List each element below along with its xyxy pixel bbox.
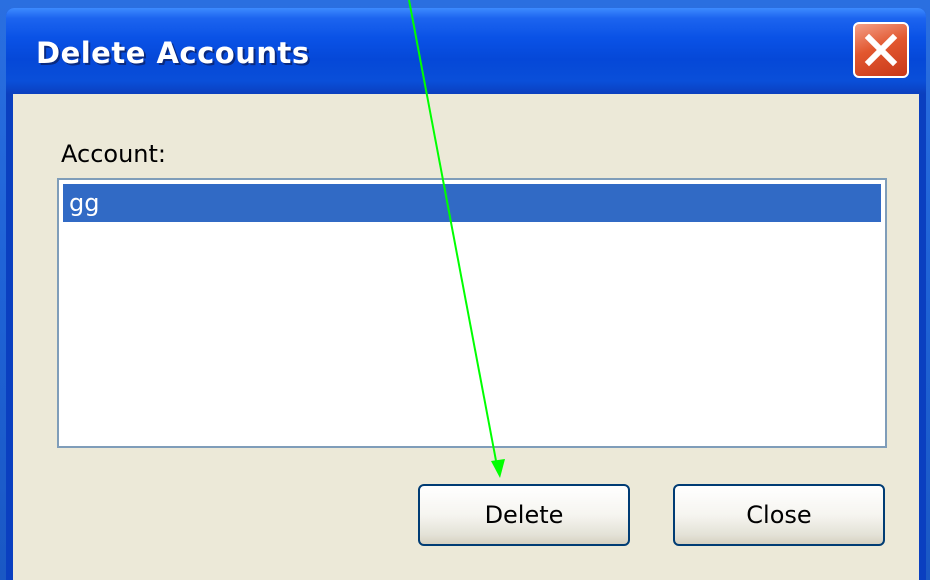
desktop-background: Delete Accounts Account: gg Delete Close bbox=[0, 0, 930, 580]
account-listbox[interactable]: gg bbox=[57, 178, 887, 448]
close-window-button[interactable] bbox=[853, 22, 909, 78]
close-x-icon bbox=[864, 33, 898, 67]
close-button[interactable]: Close bbox=[673, 484, 885, 546]
delete-button[interactable]: Delete bbox=[418, 484, 630, 546]
account-label: Account: bbox=[61, 140, 166, 168]
list-item-selected[interactable]: gg bbox=[63, 184, 881, 222]
dialog-window: Delete Accounts Account: gg Delete Close bbox=[6, 8, 926, 580]
dialog-body: Account: gg Delete Close bbox=[13, 94, 919, 580]
window-title: Delete Accounts bbox=[36, 36, 310, 70]
title-bar[interactable]: Delete Accounts bbox=[6, 8, 926, 94]
